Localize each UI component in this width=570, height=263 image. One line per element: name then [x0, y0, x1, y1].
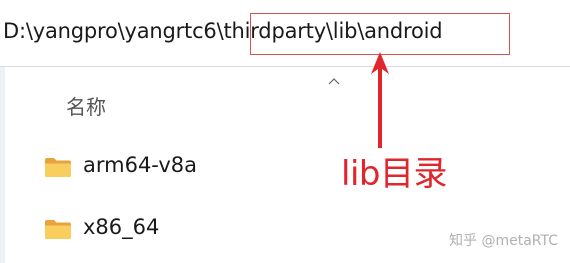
folder-icon: [44, 157, 72, 178]
folder-icon: [44, 219, 72, 240]
annotation-label: lib目录: [341, 154, 447, 194]
watermark: 知乎 @metaRTC: [449, 233, 558, 249]
address-bar[interactable]: D:\yangpro\yangrtc6\thirdparty\lib\andro…: [0, 0, 570, 67]
folder-name: x86_64: [83, 215, 160, 239]
navigation-pane: [0, 67, 5, 263]
annotation-arrow: [368, 52, 392, 154]
folder-name: arm64-v8a: [83, 153, 197, 177]
column-header-name[interactable]: 名称: [66, 91, 106, 120]
chevron-up-icon[interactable]: [328, 74, 340, 88]
highlight-box: [250, 13, 510, 55]
